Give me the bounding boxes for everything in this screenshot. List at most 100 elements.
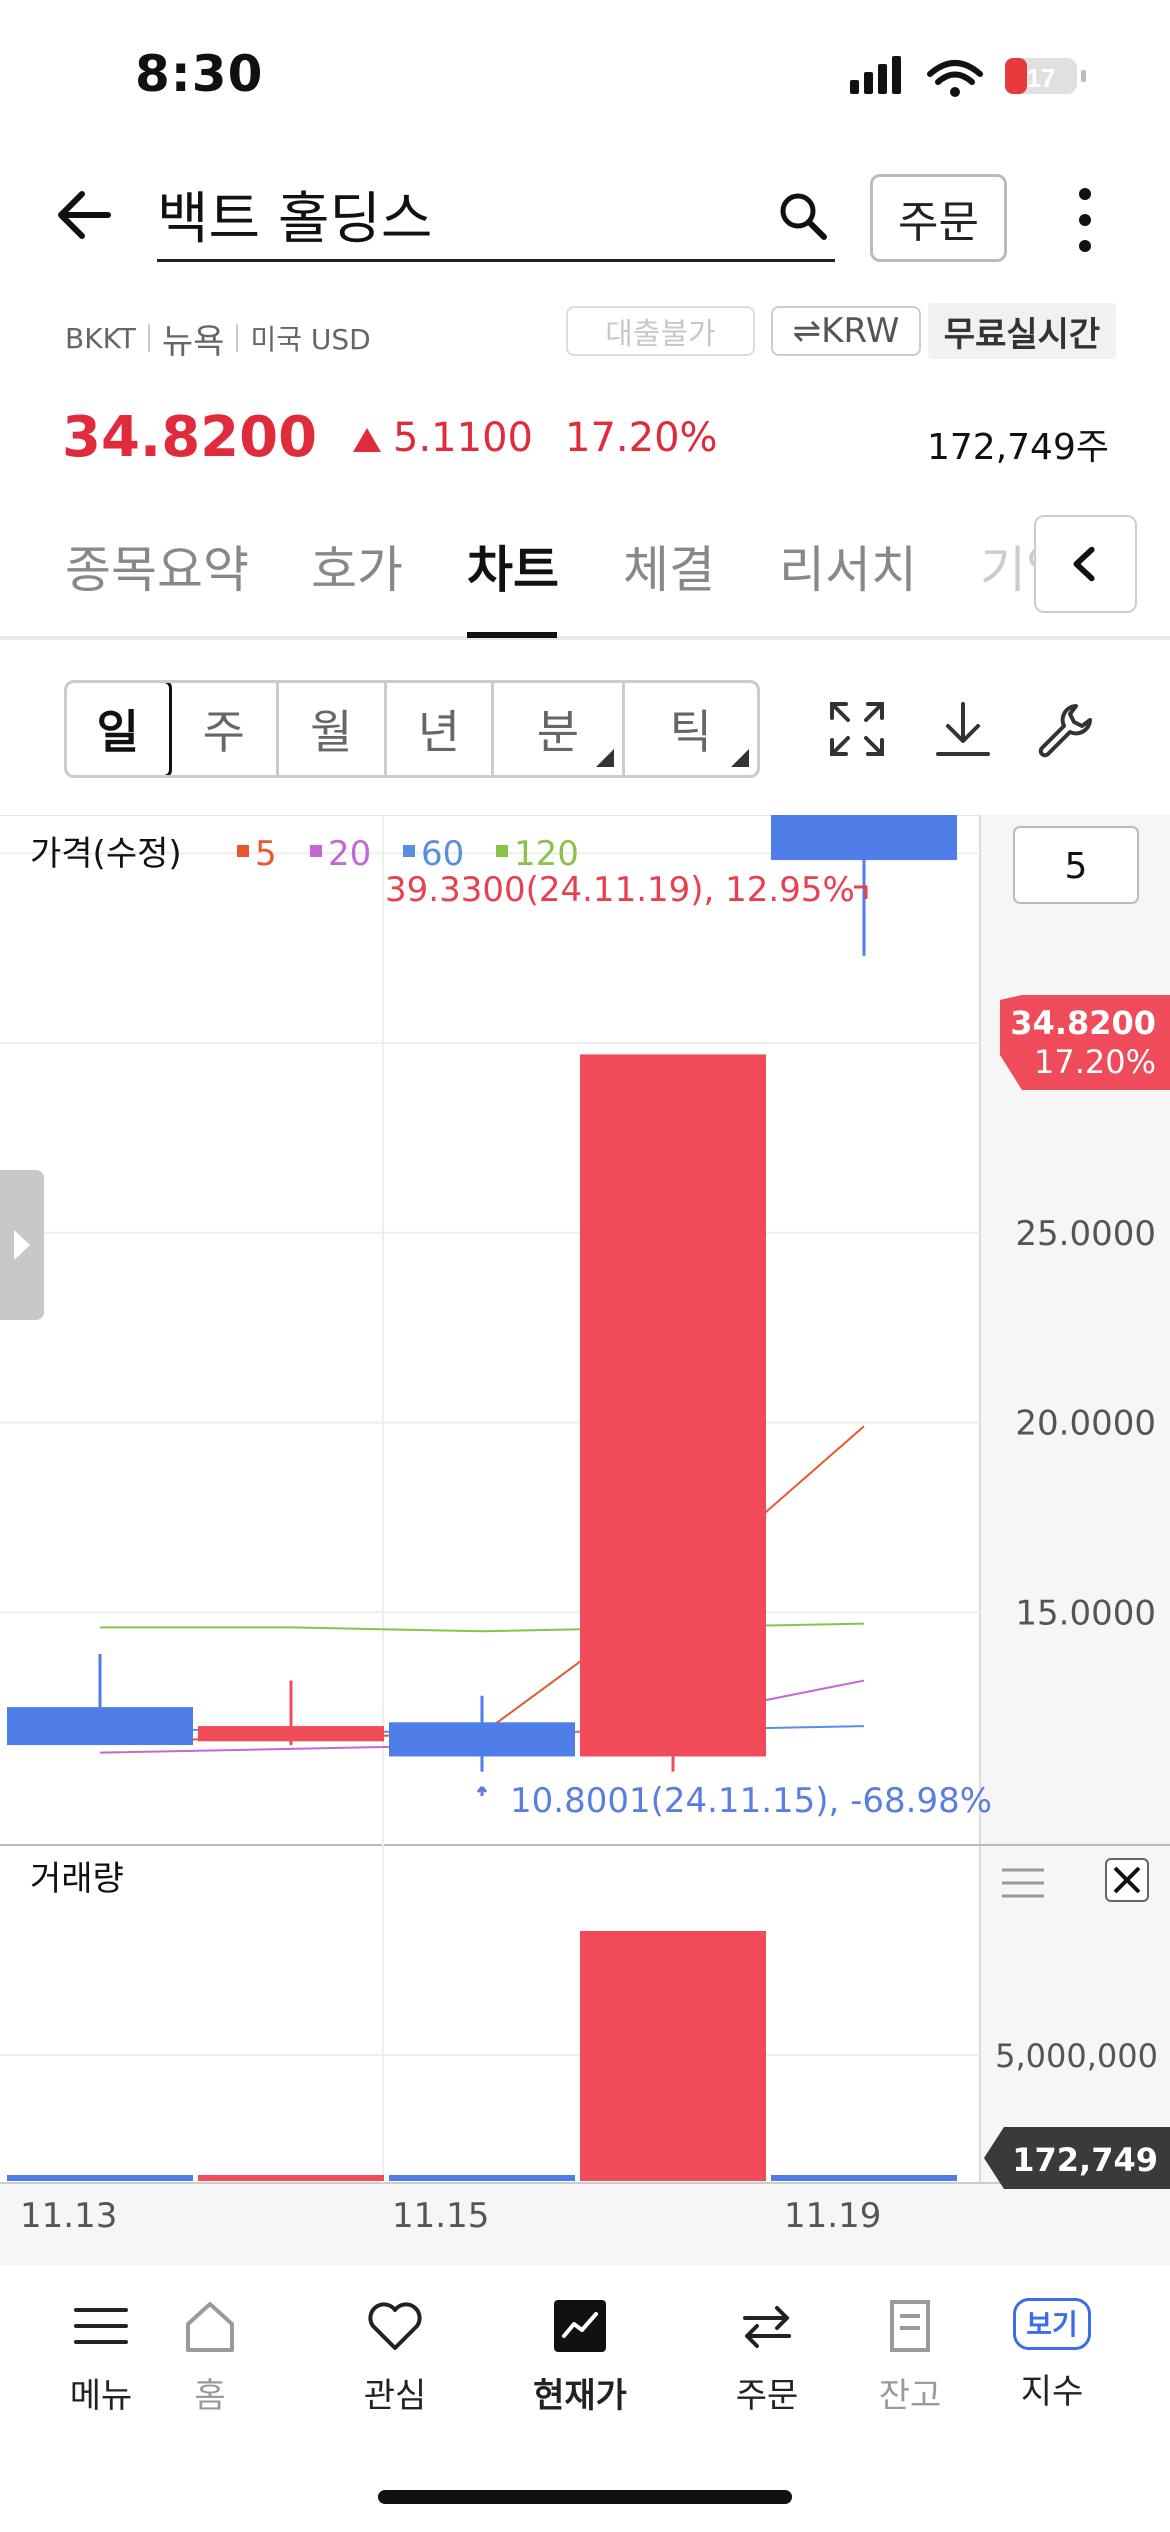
candle-body	[389, 1722, 575, 1757]
tab-chart[interactable]: 차트	[467, 530, 559, 602]
ma60-swatch	[403, 845, 415, 857]
search-input[interactable]	[157, 174, 757, 254]
period-month[interactable]: 월	[279, 683, 387, 775]
period-tick-label: 틱	[669, 705, 712, 759]
active-tab-indicator	[467, 632, 557, 638]
trade-volume: 172,749주	[927, 427, 1109, 468]
ma5-legend: 5	[255, 834, 277, 874]
period-tick[interactable]: 틱	[625, 683, 757, 775]
nav-order-label: 주문	[735, 2376, 799, 2416]
ma20-legend: 20	[328, 834, 371, 874]
price-label: 가격(수정)	[30, 834, 182, 874]
heart-icon	[368, 2302, 422, 2350]
download-icon[interactable]	[934, 700, 992, 758]
home-indicator	[378, 2490, 792, 2504]
current-price-tag-value: 34.8200	[1010, 1004, 1156, 1042]
current-price-tag-pct: 17.20%	[1034, 1043, 1156, 1081]
volume-bar	[771, 2175, 957, 2181]
chart-canvas[interactable]: 30.000025.000020.000015.00005,000,000 11…	[0, 815, 1170, 2265]
y-tick-label: 20.0000	[1015, 1404, 1156, 1444]
currency: 미국 USD	[250, 323, 371, 356]
nav-balance-label: 잔고	[878, 2376, 942, 2416]
order-button[interactable]: 주문	[870, 174, 1007, 262]
nav-index-label: 지수	[1020, 2372, 1084, 2412]
ma60-legend: 60	[421, 834, 464, 874]
candle-body	[198, 1726, 384, 1742]
view-badge: 보기	[1013, 2298, 1091, 2350]
up-triangle-icon	[353, 428, 381, 452]
volume-label: 거래량	[30, 1859, 124, 1899]
low-marker	[476, 1786, 488, 1796]
volume-bar	[389, 2175, 575, 2181]
dropdown-corner-icon	[595, 749, 614, 767]
volume-bar	[7, 2175, 193, 2181]
nav-index[interactable]: 보기 지수	[962, 2268, 1142, 2458]
tab-summary[interactable]: 종목요약	[65, 530, 249, 602]
battery-level: 17	[1027, 63, 1056, 93]
ma120-swatch	[496, 845, 508, 857]
x-tick-label: 11.13	[20, 2196, 117, 2236]
swap-arrows-icon	[743, 2306, 791, 2348]
chevron-left-icon[interactable]	[1034, 515, 1137, 613]
wrench-icon[interactable]	[1036, 700, 1096, 760]
price-chart[interactable]: 30.000025.000020.000015.00005,000,000 11…	[0, 815, 1170, 2265]
volume-bar	[198, 2175, 384, 2181]
bottom-navigation: 메뉴 홈 관심 현재가 주문 잔고 보기 지수	[0, 2268, 1170, 2458]
more-vertical-icon[interactable]	[1060, 180, 1110, 260]
period-week[interactable]: 주	[172, 683, 280, 775]
nav-home-label: 홈	[194, 2376, 226, 2416]
document-icon	[890, 2300, 930, 2352]
period-minute-label: 분	[536, 705, 580, 759]
nav-balance[interactable]: 잔고	[855, 2268, 965, 2458]
nav-home[interactable]: 홈	[120, 2268, 300, 2458]
period-day[interactable]: 일	[67, 683, 172, 775]
y-tick-label: 25.0000	[1015, 1214, 1156, 1254]
status-icons: 17	[850, 56, 1086, 97]
current-volume-value: 172,749	[1012, 2141, 1158, 2179]
exchange-name: 뉴욕	[161, 321, 225, 362]
ma-period-value: 5	[1065, 846, 1088, 887]
free-realtime-tag[interactable]: 무료실시간	[928, 303, 1116, 359]
current-price: 34.8200	[62, 405, 318, 470]
nav-watchlist[interactable]: 관심	[305, 2268, 485, 2458]
period-selector: 일 주 월 년 분 틱	[64, 680, 760, 778]
chart-square-icon	[554, 2300, 606, 2352]
x-tick-label: 11.15	[392, 2196, 489, 2236]
search-box[interactable]	[157, 170, 835, 262]
back-arrow-icon[interactable]	[50, 180, 120, 250]
volume-tick-label: 5,000,000	[995, 2037, 1158, 2075]
candle-body	[580, 1054, 766, 1757]
home-icon	[186, 2302, 234, 2352]
nav-order[interactable]: 주문	[677, 2268, 857, 2458]
stock-meta: BKKT 뉴욕 미국 USD	[65, 318, 371, 362]
x-tick-label: 11.19	[784, 2196, 881, 2236]
ma20-swatch	[310, 845, 322, 857]
tab-trades[interactable]: 체결	[623, 530, 715, 602]
ma5-swatch	[237, 845, 249, 857]
dropdown-corner-icon	[730, 749, 749, 767]
search-icon[interactable]	[777, 190, 829, 242]
nav-current-price[interactable]: 현재가	[490, 2268, 670, 2458]
loan-unavailable-tag: 대출불가	[566, 306, 755, 356]
ma120-legend: 120	[514, 834, 579, 874]
tab-bar: 종목요약 호가 차트 체결 리서치 기업	[0, 510, 1170, 640]
tab-orderbook[interactable]: 호가	[311, 530, 403, 602]
nav-watchlist-label: 관심	[363, 2376, 427, 2416]
price-change: 5.1100	[393, 415, 533, 461]
ticker-symbol: BKKT	[65, 321, 136, 355]
period-year[interactable]: 년	[387, 683, 495, 775]
krw-toggle[interactable]: ⇌KRW	[771, 306, 921, 356]
period-minute[interactable]: 분	[494, 683, 625, 775]
tab-research[interactable]: 리서치	[779, 530, 917, 602]
y-tick-label: 15.0000	[1015, 1593, 1156, 1633]
divider	[236, 324, 239, 352]
high-annotation: 39.3300(24.11.19), 12.95%	[385, 870, 855, 910]
candle-body	[7, 1707, 193, 1746]
divider	[147, 324, 150, 352]
fullscreen-icon[interactable]	[828, 700, 886, 758]
nav-current-price-label: 현재가	[533, 2376, 627, 2416]
price-change-percent: 17.20%	[565, 415, 718, 461]
status-time: 8:30	[135, 45, 264, 103]
volume-bar	[580, 1931, 766, 2181]
candle-body	[771, 815, 957, 861]
